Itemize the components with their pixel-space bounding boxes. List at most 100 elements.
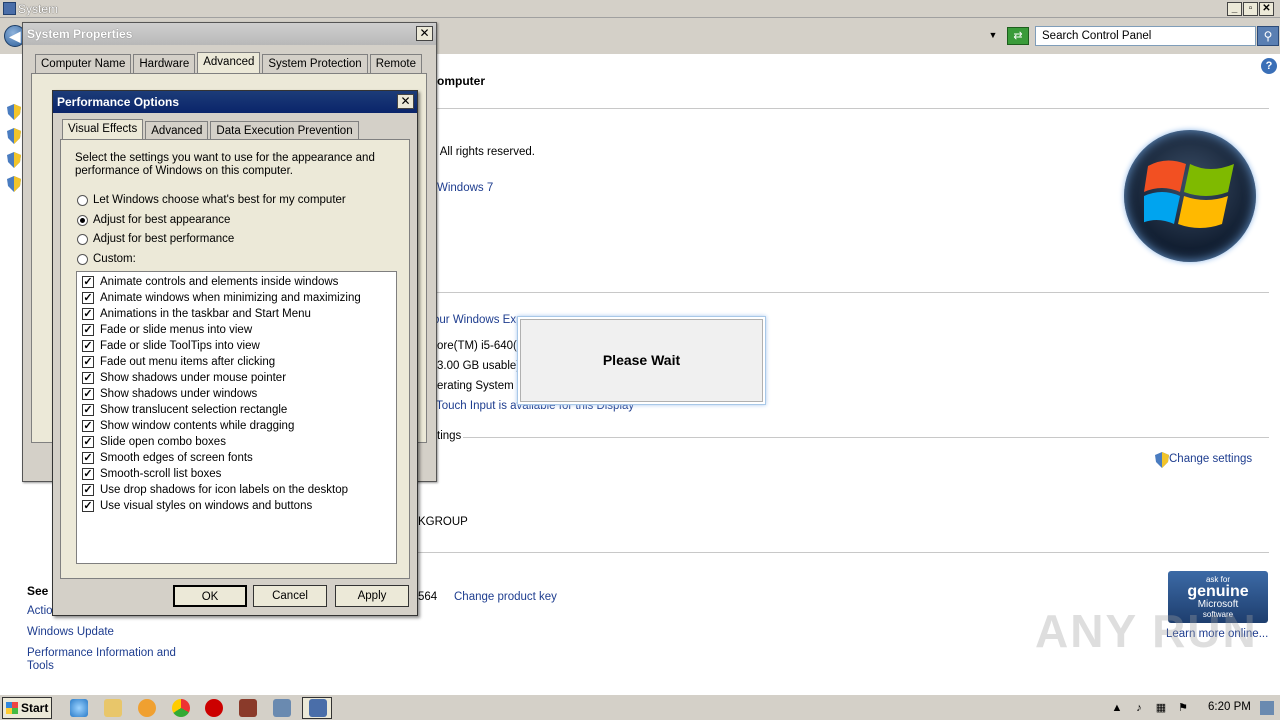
list-item[interactable]: ✓ Show window contents while dragging bbox=[82, 419, 294, 433]
list-item[interactable]: ✓ Animate windows when minimizing and max… bbox=[82, 291, 361, 305]
list-item[interactable]: ✓ Use drop shadows for icon labels on the… bbox=[82, 483, 348, 497]
network-icon[interactable]: ▦ bbox=[1154, 701, 1168, 715]
shield-icon bbox=[7, 152, 21, 168]
list-item[interactable]: ✓ Show translucent selection rectangle bbox=[82, 403, 287, 417]
anyrun-watermark: ANY RUN bbox=[1035, 605, 1258, 657]
list-item[interactable]: ✓ Smooth-scroll list boxes bbox=[82, 467, 221, 481]
checkbox[interactable]: ✓ bbox=[82, 436, 94, 448]
please-wait-text: Please Wait bbox=[520, 319, 763, 402]
radio-button[interactable] bbox=[77, 194, 88, 206]
list-item[interactable]: ✓ Animations in the taskbar and Start Men… bbox=[82, 307, 311, 321]
page-heading: omputer bbox=[437, 74, 485, 88]
tab-hardware[interactable]: Hardware bbox=[133, 54, 196, 75]
chrome-icon[interactable] bbox=[172, 699, 190, 717]
dialog-title-bar[interactable]: System Properties ✕ bbox=[23, 23, 436, 45]
action-center-flag-icon[interactable]: ⚑ bbox=[1176, 701, 1190, 715]
checkbox[interactable]: ✓ bbox=[82, 404, 94, 416]
radio-let-windows-choose[interactable]: Let Windows choose what's best for my co… bbox=[77, 194, 346, 206]
tab-visual-effects[interactable]: Visual Effects bbox=[62, 119, 144, 140]
start-button[interactable]: Start bbox=[2, 697, 52, 719]
list-item[interactable]: ✓ Smooth edges of screen fonts bbox=[82, 451, 253, 465]
clock[interactable]: 6:20 PM bbox=[1208, 701, 1251, 713]
shield-icon bbox=[7, 104, 21, 120]
address-dropdown[interactable]: ▼ bbox=[986, 28, 1000, 42]
cancel-button[interactable]: Cancel bbox=[253, 585, 327, 607]
radio-button[interactable] bbox=[77, 253, 88, 265]
list-item[interactable]: ✓ Animate controls and elements inside wi… bbox=[82, 275, 338, 289]
divider bbox=[463, 437, 1269, 438]
media-player-icon[interactable] bbox=[138, 699, 156, 717]
list-item[interactable]: ✓ Fade or slide menus into view bbox=[82, 323, 252, 337]
help-icon[interactable]: ? bbox=[1261, 58, 1277, 74]
checkbox[interactable]: ✓ bbox=[82, 356, 94, 368]
divider bbox=[437, 292, 1269, 293]
checkbox[interactable]: ✓ bbox=[82, 308, 94, 320]
list-item[interactable]: ✓ Fade or slide ToolTips into view bbox=[82, 339, 260, 353]
radio-best-performance[interactable]: Adjust for best performance bbox=[77, 233, 234, 245]
file-explorer-icon[interactable] bbox=[104, 699, 122, 717]
tray-expand-icon[interactable]: ▲ bbox=[1110, 701, 1124, 715]
performance-info-link[interactable]: Performance Information and bbox=[27, 647, 176, 659]
apply-button[interactable]: Apply bbox=[335, 585, 409, 607]
windows-update-link[interactable]: Windows Update bbox=[27, 626, 114, 638]
close-icon[interactable]: ✕ bbox=[397, 94, 414, 109]
checkbox[interactable]: ✓ bbox=[82, 452, 94, 464]
close-icon[interactable]: ✕ bbox=[416, 26, 433, 41]
dialog-title: Performance Options bbox=[57, 95, 180, 109]
list-item[interactable]: ✓ Use visual styles on windows and button… bbox=[82, 499, 312, 513]
workgroup-value: KGROUP bbox=[418, 516, 468, 528]
search-icon[interactable]: ⚲ bbox=[1257, 26, 1279, 46]
performance-info-link-line2[interactable]: Tools bbox=[27, 660, 54, 672]
checkbox[interactable]: ✓ bbox=[82, 388, 94, 400]
tab-remote[interactable]: Remote bbox=[369, 54, 422, 75]
product-id-value: 564 bbox=[418, 591, 438, 603]
refresh-button[interactable]: ⇄ bbox=[1007, 27, 1029, 45]
see-also-heading: See bbox=[27, 584, 49, 598]
please-wait-dialog: Please Wait bbox=[517, 316, 766, 405]
remote-desktop-icon[interactable] bbox=[273, 699, 291, 717]
action-center-link[interactable]: Actio bbox=[27, 605, 53, 617]
volume-icon[interactable]: ♪ bbox=[1132, 701, 1146, 715]
system-properties-taskbar-item[interactable] bbox=[302, 697, 332, 719]
checkbox[interactable]: ✓ bbox=[82, 324, 94, 336]
radio-custom[interactable]: Custom: bbox=[77, 253, 136, 265]
radio-best-appearance[interactable]: Adjust for best appearance bbox=[77, 214, 230, 226]
checkbox[interactable]: ✓ bbox=[82, 340, 94, 352]
checkbox[interactable]: ✓ bbox=[82, 372, 94, 384]
shield-icon bbox=[7, 176, 21, 192]
ok-button[interactable]: OK bbox=[173, 585, 247, 607]
performance-options-dialog: Performance Options ✕ Visual Effects Adv… bbox=[52, 90, 418, 616]
experience-index-link[interactable]: our Windows Exp bbox=[433, 314, 522, 326]
radio-button[interactable] bbox=[77, 214, 88, 226]
radio-button[interactable] bbox=[77, 233, 88, 245]
internet-explorer-icon[interactable] bbox=[70, 699, 88, 717]
list-item[interactable]: ✓ Fade out menu items after clicking bbox=[82, 355, 275, 369]
minimize-button[interactable]: _ bbox=[1227, 2, 1242, 16]
checkbox[interactable]: ✓ bbox=[82, 484, 94, 496]
list-item[interactable]: ✓ Slide open combo boxes bbox=[82, 435, 226, 449]
checkbox[interactable]: ✓ bbox=[82, 500, 94, 512]
tab-advanced[interactable]: Advanced bbox=[197, 52, 261, 73]
list-item[interactable]: ✓ Show shadows under windows bbox=[82, 387, 257, 401]
tab-system-protection[interactable]: System Protection bbox=[262, 54, 368, 75]
search-input[interactable]: Search Control Panel bbox=[1035, 26, 1256, 46]
opera-icon[interactable] bbox=[205, 699, 223, 717]
copyright-text: . All rights reserved. bbox=[434, 146, 535, 158]
change-product-key-link[interactable]: Change product key bbox=[454, 591, 557, 603]
window-title-bar[interactable]: System _ ▫ ✕ bbox=[0, 0, 1280, 18]
winrar-icon[interactable] bbox=[239, 699, 257, 717]
visual-effects-list[interactable]: ✓ Animate controls and elements inside wi… bbox=[76, 271, 397, 564]
checkbox[interactable]: ✓ bbox=[82, 292, 94, 304]
checkbox[interactable]: ✓ bbox=[82, 276, 94, 288]
edition-text: Windows 7 bbox=[437, 182, 494, 194]
list-item[interactable]: ✓ Show shadows under mouse pointer bbox=[82, 371, 286, 385]
change-settings-link[interactable]: Change settings bbox=[1169, 453, 1252, 465]
maximize-button[interactable]: ▫ bbox=[1243, 2, 1258, 16]
dialog-title-bar[interactable]: Performance Options ✕ bbox=[53, 91, 417, 113]
checkbox[interactable]: ✓ bbox=[82, 420, 94, 432]
show-desktop-icon[interactable] bbox=[1260, 701, 1274, 715]
checkbox[interactable]: ✓ bbox=[82, 468, 94, 480]
divider bbox=[437, 108, 1269, 109]
tab-computer-name[interactable]: Computer Name bbox=[35, 54, 132, 75]
close-button[interactable]: ✕ bbox=[1259, 2, 1274, 16]
